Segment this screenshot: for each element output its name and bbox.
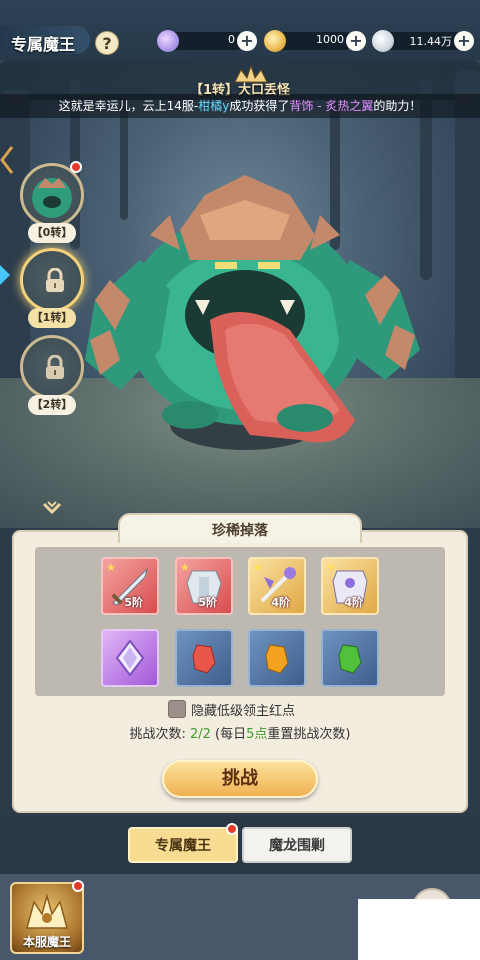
- attempts-mid: (每日: [210, 727, 247, 742]
- left-decor-icon: [0, 146, 14, 174]
- help-button[interactable]: ?: [95, 31, 119, 55]
- drop-item-tier: 5阶: [198, 596, 217, 609]
- stage-0-red-dot: [70, 161, 82, 173]
- announcement-banner: 这就是幸运儿，云上14服-柑橘y成功获得了背饰 - 炙热之翼的助力！: [0, 94, 480, 118]
- challenge-button[interactable]: 挑战: [162, 760, 318, 798]
- corner-overlay: [358, 899, 480, 960]
- resource-gold-value: 1000: [316, 33, 344, 46]
- drop-item-sword[interactable]: ★ 5阶: [101, 557, 159, 615]
- add-gold-button[interactable]: +: [346, 31, 366, 51]
- resource-crystal-value: 0: [228, 33, 235, 46]
- page-title: 专属魔王: [11, 35, 76, 54]
- stage-0-label: 【0转】: [28, 223, 76, 243]
- banner-suffix: 的助力！: [373, 99, 422, 113]
- banner-middle: 成功获得了: [229, 99, 290, 113]
- attempts-prefix: 挑战次数:: [129, 727, 190, 742]
- tab-red-dot: [226, 823, 238, 835]
- add-crystal-button[interactable]: +: [237, 31, 257, 51]
- add-silver-button[interactable]: +: [454, 31, 474, 51]
- tab-bar: [0, 816, 480, 874]
- resource-gold: 1000 +: [262, 30, 372, 52]
- tab-dragon-hunt[interactable]: 魔龙围剿: [242, 827, 352, 863]
- stage-2-label: 【2转】: [28, 395, 76, 415]
- green-shard-icon: [338, 644, 362, 674]
- drop-item-armor[interactable]: ★ 5阶: [175, 557, 233, 615]
- lock-icon: [46, 268, 64, 292]
- banner-player: 柑橘y: [198, 99, 230, 113]
- resource-silver-value: 11.44万: [409, 35, 453, 48]
- banner-prefix: 这就是幸运儿，云上14服-: [58, 99, 199, 113]
- drops-grid: [35, 547, 445, 696]
- hide-red-dot-label: 隐藏低级领主红点: [191, 704, 296, 719]
- drop-item-chestplate[interactable]: ★ 4阶: [321, 557, 379, 615]
- attempts-reset-time: 5点: [246, 727, 268, 742]
- resource-crystal: 0 +: [155, 30, 265, 52]
- drops-title: 珍稀掉落: [212, 523, 268, 539]
- red-shard-icon: [192, 644, 216, 674]
- purple-crystal-icon: [115, 639, 145, 677]
- server-boss-button[interactable]: 本服魔王: [10, 882, 84, 954]
- drop-item-red-shard[interactable]: [175, 629, 233, 687]
- server-boss-red-dot: [72, 880, 84, 892]
- tab-exclusive-boss[interactable]: 专属魔王: [128, 827, 238, 863]
- attempts-info: 挑战次数: 2/2 (每日5点重置挑战次数): [0, 723, 480, 742]
- orange-shard-icon: [265, 644, 289, 674]
- drop-item-purple-crystal[interactable]: [101, 629, 159, 687]
- resource-silver: 11.44万 +: [370, 30, 480, 52]
- lock-icon: [46, 355, 64, 379]
- boss-portrait-icon: [32, 178, 72, 218]
- drop-item-tier: 5阶: [124, 596, 143, 609]
- hide-red-dot-checkbox[interactable]: [168, 700, 186, 718]
- server-boss-label: 本服魔王: [22, 935, 71, 949]
- banner-item: 背饰 - 炙热之翼: [289, 99, 374, 113]
- drop-item-green-shard[interactable]: [321, 629, 379, 687]
- drop-item-tier: 4阶: [271, 596, 290, 609]
- stage-1[interactable]: 【1转】: [20, 248, 84, 330]
- stage-2[interactable]: 【2转】: [20, 335, 84, 417]
- crystal-icon: [157, 30, 179, 52]
- attempts-suffix: 重置挑战次数): [267, 727, 351, 742]
- side-gem-icon: [0, 265, 10, 285]
- stage-1-label: 【1转】: [28, 308, 76, 328]
- silver-leaf-icon: [372, 30, 394, 52]
- attempts-current: 2/2: [190, 727, 211, 742]
- gold-leaf-icon: [264, 30, 286, 52]
- stage-0[interactable]: 【0转】: [20, 161, 84, 245]
- drop-item-staff[interactable]: ★ 4阶: [248, 557, 306, 615]
- collapse-toggle-icon[interactable]: [41, 498, 63, 516]
- drop-item-orange-shard[interactable]: [248, 629, 306, 687]
- drop-item-tier: 4阶: [344, 596, 363, 609]
